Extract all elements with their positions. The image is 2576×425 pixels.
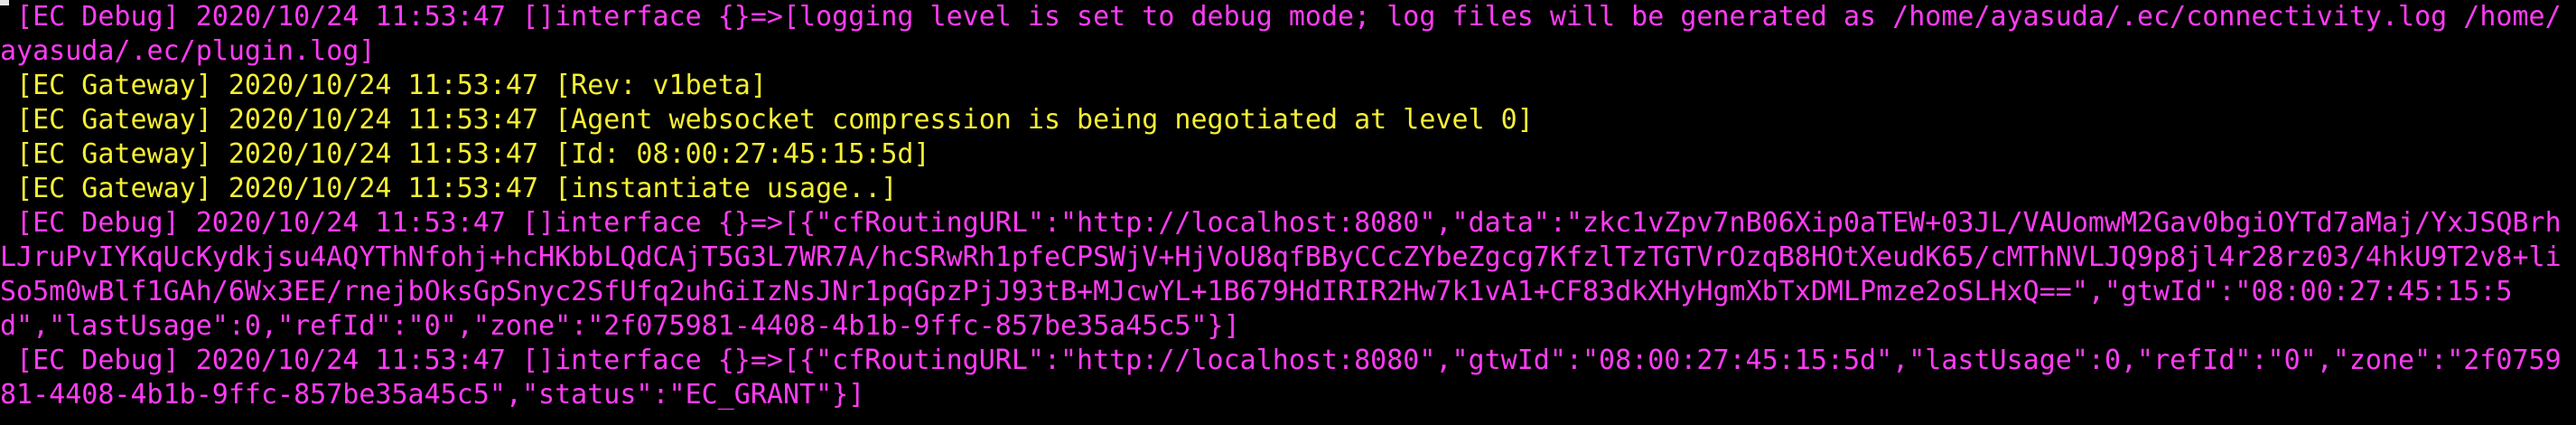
log-line-debug-level: [EC Debug] 2020/10/24 11:53:47 []interfa… (0, 1, 2562, 67)
log-line-gateway-rev: [EC Gateway] 2020/10/24 11:53:47 [Rev: v… (0, 70, 767, 101)
log-line-gateway-usage: [EC Gateway] 2020/10/24 11:53:47 [instan… (0, 173, 898, 204)
log-line-gateway-compression: [EC Gateway] 2020/10/24 11:53:47 [Agent … (0, 104, 1534, 136)
terminal-window[interactable]: [EC Debug] 2020/10/24 11:53:47 []interfa… (0, 0, 2576, 425)
log-output: [EC Debug] 2020/10/24 11:53:47 []interfa… (0, 0, 2576, 412)
log-line-gateway-id: [EC Gateway] 2020/10/24 11:53:47 [Id: 08… (0, 138, 930, 170)
log-line-debug-routing-data: [EC Debug] 2020/10/24 11:53:47 []interfa… (0, 207, 2562, 342)
log-line-debug-status: [EC Debug] 2020/10/24 11:53:47 []interfa… (0, 345, 2562, 411)
